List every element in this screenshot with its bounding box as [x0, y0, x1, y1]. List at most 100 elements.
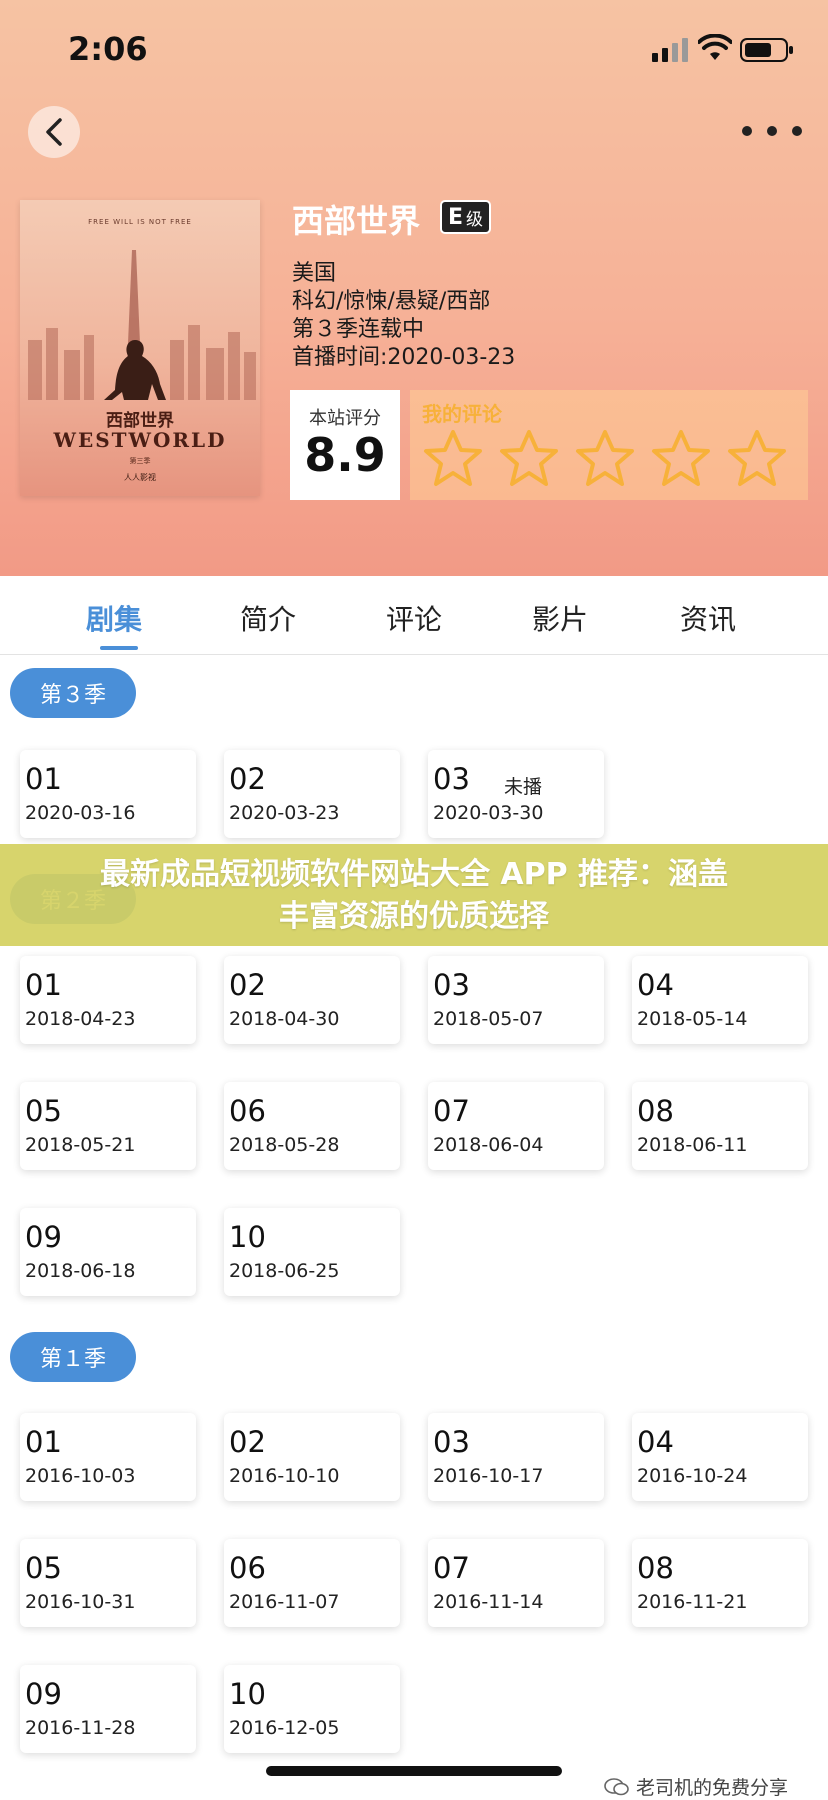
star-icon[interactable] [726, 428, 788, 490]
episode-date: 2016-10-10 [229, 1465, 340, 1487]
tab-news[interactable]: 资讯 [680, 598, 736, 638]
watermark: 老司机的免费分享 [604, 1773, 788, 1800]
wechat-icon [604, 1777, 629, 1795]
episode-card[interactable]: 04 2018-05-14 [632, 956, 808, 1044]
episode-date: 2016-10-17 [433, 1465, 544, 1487]
show-title: 西部世界 [292, 202, 421, 240]
season-pill[interactable]: 第１季 [10, 1332, 137, 1382]
show-meta: 美国 科幻/惊悚/悬疑/西部 第３季连载中 首播时间:2020-03-23 [292, 260, 515, 372]
episode-card[interactable]: 07 2016-11-14 [428, 1539, 604, 1627]
episode-number: 07 [433, 1094, 470, 1128]
episode-card[interactable]: 03 2016-10-17 [428, 1413, 604, 1501]
episode-number: 04 [637, 968, 674, 1002]
season-pill[interactable]: 第３季 [10, 668, 137, 718]
status-time: 2:06 [68, 30, 148, 68]
banner-line-2: 丰富资源的优质选择 [279, 899, 549, 934]
episode-card[interactable]: 01 2016-10-03 [20, 1413, 196, 1501]
wifi-icon [698, 34, 732, 60]
episode-card[interactable]: 10 2018-06-25 [224, 1208, 400, 1296]
episode-card[interactable]: 08 2018-06-11 [632, 1082, 808, 1170]
rating-letter: E [448, 204, 464, 230]
episode-number: 01 [25, 1425, 62, 1459]
battery-icon [740, 38, 793, 62]
episode-card[interactable]: 06 2018-05-28 [224, 1082, 400, 1170]
episode-card[interactable]: 05 2018-05-21 [20, 1082, 196, 1170]
episode-number: 02 [229, 762, 266, 796]
more-options-button[interactable] [742, 116, 802, 146]
episode-card[interactable]: 02 2020-03-23 [224, 750, 400, 838]
episode-date: 2018-06-04 [433, 1134, 544, 1156]
episode-card[interactable]: 01 2020-03-16 [20, 750, 196, 838]
site-score-label: 本站评分 [309, 408, 381, 429]
meta-country: 美国 [292, 261, 337, 286]
chevron-left-icon [46, 118, 62, 146]
tab-intro[interactable]: 简介 [240, 598, 296, 638]
star-icon[interactable] [498, 428, 560, 490]
episode-number: 06 [229, 1094, 266, 1128]
watermark-text: 老司机的免费分享 [636, 1777, 789, 1799]
tab-comments[interactable]: 评论 [386, 598, 442, 638]
poster-season: 第三季 [129, 457, 151, 465]
episode-card[interactable]: 02 2018-04-30 [224, 956, 400, 1044]
star-icon[interactable] [650, 428, 712, 490]
episode-number: 02 [229, 1425, 266, 1459]
episode-date: 2020-03-23 [229, 802, 340, 824]
episode-date: 2018-04-23 [25, 1008, 136, 1030]
episode-date: 2018-05-14 [637, 1008, 748, 1030]
episode-date: 2018-06-25 [229, 1260, 340, 1282]
episode-number: 03 [433, 762, 470, 796]
episode-number: 09 [25, 1677, 62, 1711]
episode-card[interactable]: 09 2016-11-28 [20, 1665, 196, 1753]
episode-number: 08 [637, 1551, 674, 1585]
dot-icon [767, 126, 777, 136]
episode-date: 2018-05-07 [433, 1008, 544, 1030]
episode-date: 2018-06-11 [637, 1134, 748, 1156]
episode-date: 2016-10-03 [25, 1465, 136, 1487]
episode-card[interactable]: 10 2016-12-05 [224, 1665, 400, 1753]
detail-header: 2:06 FREE WILL IS NOT FREE 西部世界 WESTWORL… [0, 0, 828, 576]
episode-number: 07 [433, 1551, 470, 1585]
episode-card[interactable]: 04 2016-10-24 [632, 1413, 808, 1501]
episode-date: 2016-11-28 [25, 1717, 136, 1739]
poster-image: FREE WILL IS NOT FREE 西部世界 WESTWORLD 第三季… [20, 200, 260, 496]
episode-date: 2016-12-05 [229, 1717, 340, 1739]
episode-number: 08 [637, 1094, 674, 1128]
episode-date: 2020-03-16 [25, 802, 136, 824]
episode-number: 02 [229, 968, 266, 1002]
episode-number: 01 [25, 762, 62, 796]
episode-date: 2018-05-28 [229, 1134, 340, 1156]
episode-card[interactable]: 02 2016-10-10 [224, 1413, 400, 1501]
episode-number: 03 [433, 1425, 470, 1459]
episode-card[interactable]: 05 2016-10-31 [20, 1539, 196, 1627]
star-icon[interactable] [422, 428, 484, 490]
episode-number: 05 [25, 1094, 62, 1128]
episode-status-tag: 未播 [504, 776, 543, 798]
tab-bar: 剧集 简介 评论 影片 资讯 [0, 576, 828, 655]
episode-card[interactable]: 07 2018-06-04 [428, 1082, 604, 1170]
episode-number: 10 [229, 1677, 266, 1711]
episode-card[interactable]: 03 2020-03-30 未播 [428, 750, 604, 838]
tab-videos[interactable]: 影片 [532, 598, 588, 638]
episode-date: 2016-11-07 [229, 1591, 340, 1613]
back-button[interactable] [28, 106, 80, 158]
episode-number: 10 [229, 1220, 266, 1254]
meta-genres: 科幻/惊悚/悬疑/西部 [292, 289, 491, 314]
tab-episodes[interactable]: 剧集 [86, 598, 142, 638]
episode-date: 2018-04-30 [229, 1008, 340, 1030]
poster-brand: 人人影视 [124, 473, 156, 482]
episode-date: 2020-03-30 [433, 802, 544, 824]
episode-number: 05 [25, 1551, 62, 1585]
episode-card[interactable]: 06 2016-11-07 [224, 1539, 400, 1627]
episode-card[interactable]: 08 2016-11-21 [632, 1539, 808, 1627]
episode-card[interactable]: 03 2018-05-07 [428, 956, 604, 1044]
episode-card[interactable]: 01 2018-04-23 [20, 956, 196, 1044]
episode-card[interactable]: 09 2018-06-18 [20, 1208, 196, 1296]
overlay-banner: 最新成品短视频软件网站大全 APP 推荐：涵盖 丰富资源的优质选择 [0, 844, 828, 946]
star-icon[interactable] [574, 428, 636, 490]
dot-icon [742, 126, 752, 136]
home-indicator[interactable] [266, 1766, 562, 1776]
episode-date: 2016-11-14 [433, 1591, 544, 1613]
poster-tagline: FREE WILL IS NOT FREE [88, 218, 192, 226]
star-rating[interactable] [422, 428, 788, 490]
episode-date: 2018-05-21 [25, 1134, 136, 1156]
